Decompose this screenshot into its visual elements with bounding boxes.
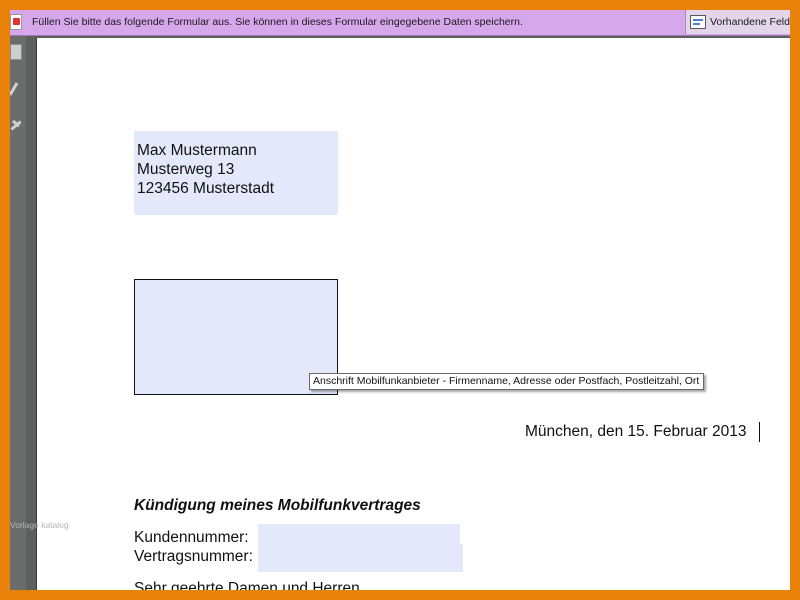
pages-icon[interactable] [10,44,22,60]
sender-street: Musterweg 13 [137,161,235,178]
highlight-fields-label: Vorhandene Feld [710,16,790,28]
contract-number-field[interactable] [258,544,463,572]
watermark-text: Vorlage katalog [10,520,69,530]
salutation: Sehr geehrte Damen und Herren [134,580,360,590]
document-page: Max Mustermann Musterweg 13 123456 Muste… [36,38,790,590]
sender-name: Max Mustermann [137,142,257,159]
date-line: München, den 15. Februar 2013 [525,423,747,440]
side-toolbar [10,36,26,590]
highlight-fields-button[interactable]: Vorhandene Feld [685,10,790,34]
pdf-viewer-window: Füllen Sie bitte das folgende Formular a… [10,10,790,590]
sender-address-field[interactable]: Max Mustermann Musterweg 13 123456 Muste… [134,131,338,215]
contract-number-label: Vertragsnummer: [134,548,253,565]
notification-message: Füllen Sie bitte das folgende Formular a… [32,16,523,28]
customer-number-field[interactable] [258,524,460,544]
sender-city: 123456 Musterstadt [137,180,275,197]
form-notification-bar: Füllen Sie bitte das folgende Formular a… [10,10,790,36]
highlight-fields-icon [690,15,706,29]
letter-subject: Kündigung meines Mobilfunkvertrages [134,497,421,514]
recipient-field-tooltip: Anschrift Mobilfunkanbieter - Firmenname… [309,373,705,390]
pen-icon[interactable] [10,80,22,96]
sign-icon[interactable] [10,118,22,134]
pdf-document-icon [10,14,22,30]
customer-number-label: Kundennummer: [134,529,249,546]
text-cursor [759,422,760,442]
recipient-address-field[interactable] [134,279,338,395]
